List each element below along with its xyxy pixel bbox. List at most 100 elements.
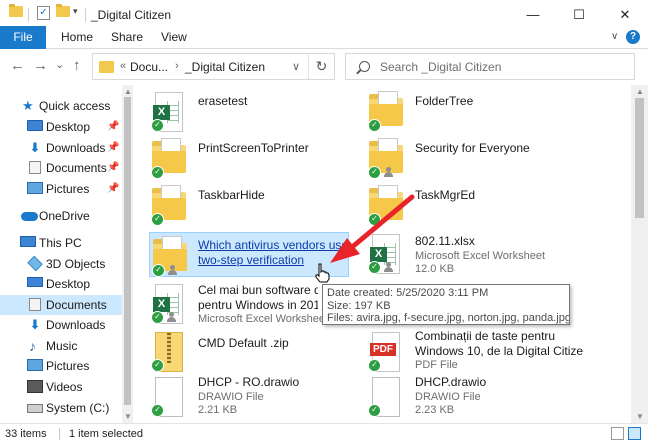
sync-ok-icon: ✓: [368, 119, 381, 132]
sidebar-item-label: Desktop: [46, 277, 91, 291]
scroll-down-icon[interactable]: ▼: [124, 412, 132, 421]
address-bar[interactable]: « Docu... › _Digital Citizen ∨ ↻: [92, 53, 335, 80]
help-icon: ?: [629, 31, 637, 42]
help-button[interactable]: ?: [626, 30, 640, 44]
sidebar-item-pictures[interactable]: Pictures 📌: [0, 179, 122, 199]
file-name: DHCP - RO.drawio: [198, 375, 300, 389]
hand-cursor-icon: [315, 263, 330, 283]
file-name: PrintScreenToPrinter: [198, 141, 309, 155]
item-tooltip: Date created: 5/25/2020 3:11 PM Size: 19…: [322, 284, 570, 325]
sidebar-item-documents[interactable]: Documents: [0, 295, 122, 315]
sidebar-item-label: OneDrive: [39, 209, 90, 223]
search-box[interactable]: Search _Digital Citizen: [345, 53, 635, 80]
sidebar-item-label: Downloads: [46, 318, 106, 332]
file-name: Security for Everyone: [415, 141, 530, 155]
file-item-cel-mai-bun-software[interactable]: X ✓ Cel mai bun software de se pentru Wi…: [134, 280, 334, 328]
recent-locations-button[interactable]: ⌄: [55, 58, 64, 71]
sidebar-item-this-pc[interactable]: This PC: [0, 233, 122, 253]
refresh-button[interactable]: ↻: [308, 54, 334, 79]
file-size: 2.21 KB: [198, 404, 238, 416]
properties-button[interactable]: ✓: [37, 6, 50, 20]
file-name: erasetest: [198, 94, 248, 108]
forward-arrow-icon: →: [33, 57, 48, 74]
sidebar-item-desktop[interactable]: Desktop 📌: [0, 117, 122, 137]
new-folder-icon: [56, 4, 70, 17]
up-button[interactable]: ↑: [73, 57, 81, 74]
file-type: Microsoft Excel Worksheet: [415, 250, 546, 262]
content-scrollbar[interactable]: ▲ ▼: [631, 85, 648, 423]
tab-home[interactable]: Home: [61, 26, 93, 49]
sync-ok-icon: ✓: [151, 119, 164, 132]
details-view-button[interactable]: [611, 427, 624, 440]
documents-icon: [29, 161, 41, 174]
overflow-path-icon[interactable]: «: [120, 60, 126, 72]
file-item-cmd-default-zip[interactable]: ✓ CMD Default .zip: [134, 328, 334, 376]
file-item-combinatii-de-taste[interactable]: PDF ✓ Combinații de taste pentru Windows…: [351, 328, 583, 376]
file-item-dhcp-drawio[interactable]: ✓ DHCP.drawio DRAWIO File 2.23 KB: [351, 373, 551, 421]
sidebar-item-desktop[interactable]: Desktop: [0, 274, 122, 294]
new-folder-button[interactable]: [56, 4, 70, 17]
file-item-foldertree[interactable]: ✓ FolderTree: [351, 88, 551, 136]
scroll-up-icon[interactable]: ▲: [636, 87, 644, 96]
expand-ribbon-button[interactable]: ∨: [611, 31, 618, 42]
sidebar-item-system-drive[interactable]: System (C:): [0, 398, 122, 418]
forward-button[interactable]: →: [33, 57, 48, 74]
pictures-icon: [27, 182, 43, 194]
sync-ok-icon: ✓: [368, 404, 381, 417]
sidebar-item-pictures[interactable]: Pictures: [0, 356, 122, 376]
sidebar-item-videos[interactable]: Videos: [0, 377, 122, 397]
breadcrumb-separator-icon: ›: [175, 60, 179, 72]
videos-icon: [27, 380, 43, 393]
desktop-icon: [27, 277, 43, 287]
breadcrumb-documents[interactable]: Docu...: [130, 60, 168, 74]
file-type: DRAWIO File: [198, 391, 264, 403]
sidebar-item-label: Pictures: [46, 359, 90, 373]
customize-toolbar-button[interactable]: ▾: [73, 6, 78, 17]
sidebar-item-label: Music: [46, 339, 78, 353]
music-icon: ♪: [29, 338, 36, 354]
sidebar-item-music[interactable]: ♪ Music: [0, 336, 122, 356]
sidebar-item-documents[interactable]: Documents 📌: [0, 158, 122, 178]
file-item-taskbarhide[interactable]: ✓ TaskbarHide: [134, 182, 334, 230]
tooltip-files: Files: avira.jpg, f-secure.jpg, norton.j…: [327, 312, 570, 324]
file-item-taskmgred[interactable]: ✓ TaskMgrEd: [351, 182, 551, 230]
search-input[interactable]: Search _Digital Citizen: [380, 60, 501, 74]
sync-ok-icon: ✓: [152, 264, 165, 277]
scroll-up-icon[interactable]: ▲: [124, 87, 132, 96]
tab-file[interactable]: File: [0, 26, 46, 49]
sidebar-item-onedrive[interactable]: OneDrive: [0, 206, 122, 226]
sync-ok-icon: ✓: [368, 261, 381, 274]
shared-user-icon: [384, 167, 393, 177]
tab-view[interactable]: View: [161, 26, 187, 49]
file-name: Combinații de taste pentru Windows 10, d…: [415, 329, 583, 358]
shared-user-icon: [168, 265, 177, 275]
back-button[interactable]: ←: [10, 57, 25, 74]
file-item-printscreentoprinter[interactable]: ✓ PrintScreenToPrinter: [134, 135, 334, 183]
pin-icon: 📌: [107, 142, 120, 153]
sidebar-scroll-thumb[interactable]: [124, 97, 131, 405]
sidebar-item-label: Videos: [46, 380, 83, 394]
sidebar-item-downloads[interactable]: ⬇ Downloads 📌: [0, 138, 122, 158]
sidebar-scrollbar[interactable]: ▲ ▼: [122, 85, 133, 423]
window-title: _Digital Citizen: [91, 8, 172, 22]
file-item-dhcp-ro-drawio[interactable]: ✓ DHCP - RO.drawio DRAWIO File 2.21 KB: [134, 373, 334, 421]
file-item-erasetest[interactable]: X ✓ erasetest: [134, 88, 334, 136]
tiles-view-button[interactable]: [628, 427, 641, 440]
sync-ok-icon: ✓: [368, 359, 381, 372]
file-item-802-11-xlsx[interactable]: X ✓ 802.11.xlsx Microsoft Excel Workshee…: [351, 230, 551, 278]
tab-share[interactable]: Share: [111, 26, 143, 49]
sidebar-item-label: This PC: [39, 236, 82, 250]
file-item-security-for-everyone[interactable]: ✓ Security for Everyone: [351, 135, 551, 183]
address-dropdown-button[interactable]: ∨: [292, 60, 300, 73]
sidebar-item-downloads[interactable]: ⬇ Downloads: [0, 315, 122, 335]
content-scroll-thumb[interactable]: [635, 98, 644, 218]
sync-ok-icon: ✓: [368, 213, 381, 226]
toolbar-separator: [28, 8, 29, 22]
sync-ok-icon: ✓: [151, 213, 164, 226]
drive-icon: [27, 404, 43, 413]
sidebar-item-3d-objects[interactable]: 3D Objects: [0, 254, 122, 274]
breadcrumb-current-folder[interactable]: _Digital Citizen: [185, 60, 265, 74]
scroll-down-icon[interactable]: ▼: [636, 412, 644, 421]
tooltip-date-created: Date created: 5/25/2020 3:11 PM: [327, 287, 489, 299]
sidebar-item-quick-access[interactable]: ★ Quick access: [0, 96, 122, 116]
